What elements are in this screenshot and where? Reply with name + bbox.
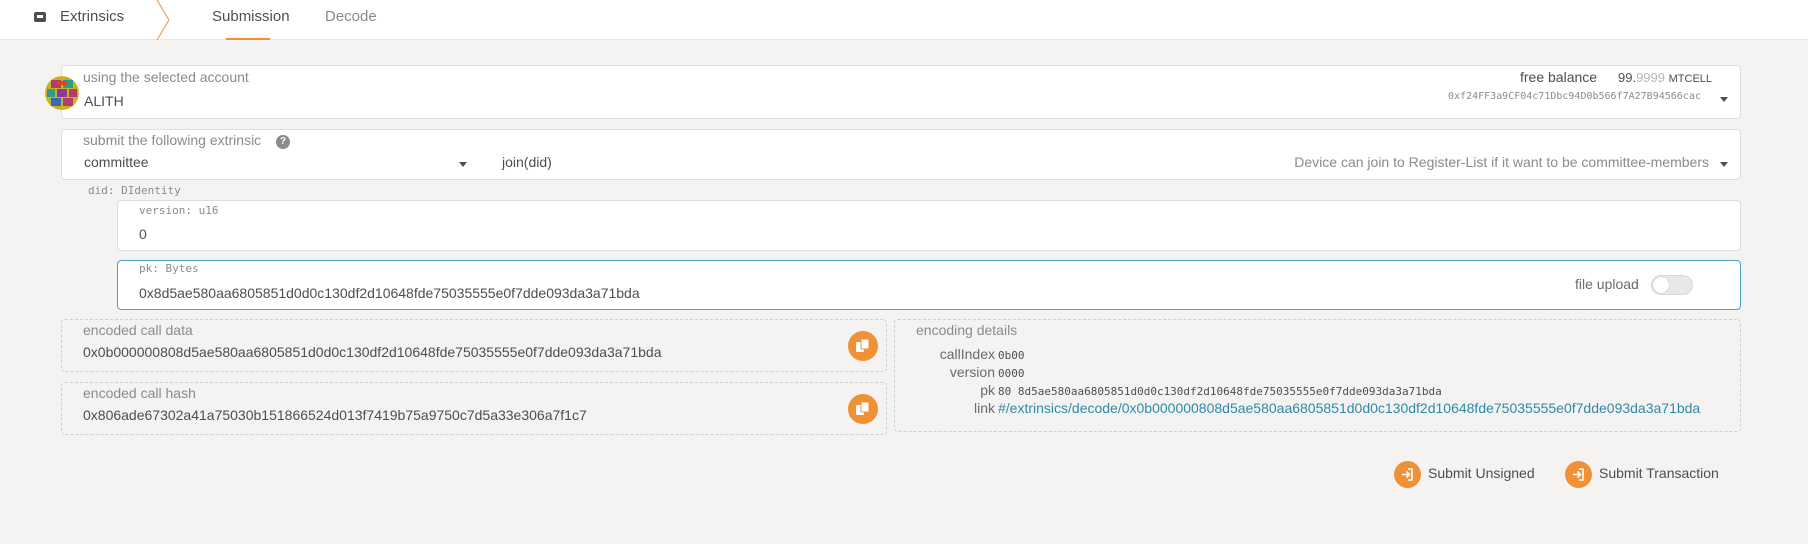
method-dropdown-caret-icon [1720, 162, 1728, 167]
pk-value: 0x8d5ae580aa6805851d0d0c130df2d10648fde7… [139, 285, 640, 301]
encoding-value-callindex: 0b00 [998, 349, 1025, 362]
encoded-call-data-panel: encoded call data 0x0b000000808d5ae580aa… [61, 319, 887, 372]
encoded-call-hash-value: 0x806ade67302a41a75030b151866524d013f741… [83, 407, 587, 423]
section-title: Extrinsics [60, 8, 125, 25]
account-address: 0xf24FF3a9CF04c71Dbc94D0b566f7A27B94566c… [1448, 91, 1701, 102]
balance-fraction: 9999 [1636, 70, 1665, 85]
copy-call-hash-button[interactable] [848, 394, 878, 424]
decode-link[interactable]: #/extrinsics/decode/0x0b000000808d5ae580… [998, 400, 1708, 416]
free-balance-value: 99.9999 MTCELL [1618, 70, 1712, 85]
encoding-key-version: version [949, 364, 995, 380]
method-value: join(did) [502, 154, 552, 170]
encoded-call-hash-panel: encoded call hash 0x806ade67302a41a75030… [61, 382, 887, 435]
balance-integer: 99. [1618, 70, 1637, 85]
submit-unsigned-button[interactable]: Submit Unsigned [1394, 461, 1539, 489]
file-upload-toggle[interactable] [1651, 275, 1693, 295]
tab-submission[interactable]: Submission [212, 8, 290, 25]
balance-unit: MTCELL [1668, 73, 1713, 85]
submit-transaction-label: Submit Transaction [1599, 465, 1719, 481]
active-tab-indicator [226, 38, 270, 40]
copy-call-data-button[interactable] [848, 331, 878, 361]
version-input[interactable]: version: u16 0 [117, 200, 1741, 251]
did-param-label: did: DIdentity [88, 184, 181, 197]
sign-in-icon [1394, 461, 1421, 488]
encoding-details-title: encoding details [916, 322, 1018, 338]
section-value: committee [84, 154, 149, 170]
encoding-details-panel: encoding details callIndex 0b00 version … [894, 319, 1741, 432]
help-icon[interactable]: ? [276, 135, 290, 149]
method-dropdown[interactable]: join(did) Device can join to Register-Li… [499, 152, 1737, 176]
free-balance-label: free balance [1520, 69, 1598, 85]
encoding-key-pk: pk [980, 382, 995, 398]
encoding-key-link: link [973, 400, 995, 416]
copy-icon [856, 339, 870, 352]
tab-decode[interactable]: Decode [325, 8, 377, 25]
copy-icon [856, 402, 870, 415]
submit-unsigned-label: Submit Unsigned [1428, 465, 1535, 481]
section-header: Extrinsics [0, 0, 170, 40]
pk-label: pk: Bytes [139, 262, 199, 275]
section-dropdown-caret-icon [459, 162, 467, 167]
account-selector[interactable]: using the selected account ALITH free ba… [61, 65, 1741, 119]
method-description: Device can join to Register-List if it w… [1294, 154, 1709, 170]
encoded-call-data-label: encoded call data [83, 322, 193, 338]
file-upload-label: file upload [1575, 276, 1639, 292]
encoding-key-callindex: callIndex [939, 346, 995, 362]
extrinsic-selector: submit the following extrinsic ? committ… [61, 129, 1741, 180]
account-label: using the selected account [83, 69, 249, 85]
top-navigation-bar: Extrinsics Submission Decode [0, 0, 1808, 40]
breadcrumb-chevron-icon [156, 0, 170, 40]
version-label: version: u16 [139, 204, 219, 217]
extrinsics-icon [33, 10, 47, 24]
version-value: 0 [139, 226, 147, 242]
submit-transaction-button[interactable]: Submit Transaction [1565, 461, 1735, 489]
sign-in-icon [1565, 461, 1592, 488]
encoding-value-pk: 80 8d5ae580aa6805851d0d0c130df2d10648fde… [998, 385, 1442, 398]
extrinsic-label: submit the following extrinsic [83, 132, 262, 148]
account-dropdown-caret-icon[interactable] [1720, 97, 1728, 102]
account-avatar [45, 76, 79, 110]
section-dropdown[interactable]: committee [82, 152, 482, 176]
encoding-value-version: 0000 [998, 367, 1025, 380]
pk-input[interactable]: pk: Bytes 0x8d5ae580aa6805851d0d0c130df2… [117, 260, 1741, 310]
encoded-call-data-value: 0x0b000000808d5ae580aa6805851d0d0c130df2… [83, 344, 662, 360]
encoded-call-hash-label: encoded call hash [83, 385, 196, 401]
account-name: ALITH [84, 93, 124, 109]
